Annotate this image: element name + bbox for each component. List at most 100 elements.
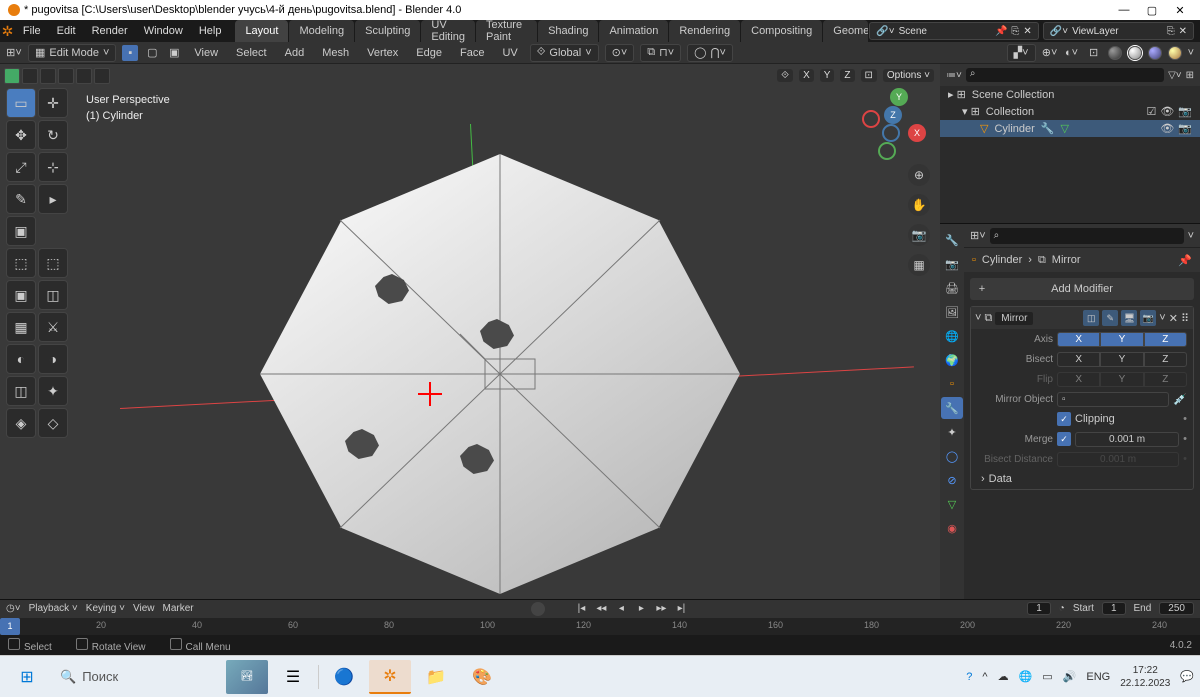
nav-gizmo[interactable]: X Y Z: [862, 88, 928, 154]
timeline-cursor[interactable]: 1: [0, 618, 20, 636]
pivot-selector[interactable]: ⊙˅: [605, 44, 635, 62]
viewlayer-delete-icon[interactable]: ✕: [1179, 26, 1187, 37]
taskbar-edge[interactable]: 🔵: [323, 660, 365, 694]
gizmo-neg-x[interactable]: [862, 110, 880, 128]
timeline-editor-icon[interactable]: ◷˅: [6, 603, 21, 614]
tab-modifiers[interactable]: 🔧: [941, 397, 963, 419]
tool-bevel[interactable]: ◫: [38, 280, 68, 310]
mod-cage-icon[interactable]: ◫: [1083, 310, 1099, 326]
gizmo-x[interactable]: X: [908, 124, 926, 142]
axis-y-toggle[interactable]: Y: [820, 69, 835, 82]
menu-file[interactable]: File: [15, 20, 49, 42]
breadcrumb-object[interactable]: Cylinder: [982, 254, 1022, 266]
merge-value[interactable]: 0.001 m: [1075, 432, 1179, 447]
tool-smooth[interactable]: ◫: [6, 376, 36, 406]
menu-edit[interactable]: Edit: [49, 20, 84, 42]
tab-modeling[interactable]: Modeling: [289, 20, 354, 42]
flip-z-button[interactable]: Z: [1144, 372, 1187, 387]
tray-language[interactable]: ENG: [1086, 671, 1110, 683]
bisect-distance-value[interactable]: 0.001 m: [1057, 452, 1179, 467]
proportional-selector[interactable]: ◯⋂˅: [687, 44, 733, 62]
shading-wireframe[interactable]: [1108, 46, 1122, 60]
object-visibility-icon[interactable]: 👁: [1160, 122, 1174, 135]
start-button[interactable]: ⊞: [6, 660, 48, 694]
viewlayer-selector[interactable]: 🔗˅ ViewLayer ⎘ ✕: [1043, 22, 1194, 40]
jump-start-button[interactable]: |◂: [573, 602, 589, 616]
tool-add-cube[interactable]: ▣: [6, 216, 36, 246]
bisect-z-button[interactable]: Z: [1144, 352, 1187, 367]
mirror-object-field[interactable]: ▫: [1057, 392, 1169, 407]
autokey-icon[interactable]: [531, 602, 545, 616]
tray-help-icon[interactable]: ?: [966, 671, 972, 683]
timeline-ruler[interactable]: 1 20 40 60 80 100 120 140 160 180 200 22…: [0, 618, 1200, 636]
close-button[interactable]: ✕: [1174, 4, 1186, 16]
flip-x-button[interactable]: X: [1057, 372, 1100, 387]
tool-loop-cut[interactable]: ▦: [6, 312, 36, 342]
merge-decorator[interactable]: •: [1183, 433, 1187, 445]
bisect-x-button[interactable]: X: [1057, 352, 1100, 367]
mod-edit-icon[interactable]: ✎: [1102, 310, 1118, 326]
taskbar-explorer[interactable]: 📁: [415, 660, 457, 694]
tool-scale[interactable]: ⤢: [6, 152, 36, 182]
menu-uv[interactable]: UV: [496, 47, 523, 59]
tab-world[interactable]: 🌍: [941, 349, 963, 371]
scene-delete-icon[interactable]: ✕: [1023, 26, 1031, 37]
menu-add[interactable]: Add: [279, 47, 311, 59]
pin-icon[interactable]: 📌: [1178, 254, 1192, 267]
timeline-view[interactable]: View: [133, 603, 155, 614]
tray-chevron-icon[interactable]: ^: [982, 671, 987, 683]
tool-spin[interactable]: ◑: [38, 344, 68, 374]
outliner-new-collection-icon[interactable]: ⊞: [1186, 70, 1194, 81]
bisect-y-button[interactable]: Y: [1100, 352, 1143, 367]
properties-search[interactable]: ⌕: [990, 228, 1184, 244]
mirror-settings-icon[interactable]: ⊡: [861, 69, 877, 82]
collection-visibility-icon[interactable]: 👁: [1160, 105, 1174, 118]
clipping-decorator[interactable]: •: [1183, 413, 1187, 425]
zoom-icon[interactable]: ⊕: [908, 164, 930, 186]
menu-help[interactable]: Help: [191, 20, 230, 42]
collection-checkbox-icon[interactable]: ☑: [1146, 105, 1156, 118]
gizmo-z[interactable]: Z: [884, 106, 902, 124]
taskbar-search[interactable]: 🔍 Поиск: [52, 662, 222, 692]
scene-new-icon[interactable]: ⎘: [1011, 26, 1019, 37]
tool-edge-slide[interactable]: ✦: [38, 376, 68, 406]
view-center-icon[interactable]: ⟐: [777, 69, 793, 82]
outliner-scene-collection[interactable]: ▸ ⊞ Scene Collection: [940, 86, 1200, 103]
tab-sculpting[interactable]: Sculpting: [355, 20, 420, 42]
tab-shading[interactable]: Shading: [538, 20, 598, 42]
flip-y-button[interactable]: Y: [1100, 372, 1143, 387]
timeline-playback[interactable]: Playback ˅: [29, 603, 78, 614]
scene-pin-icon[interactable]: 📌: [995, 26, 1007, 37]
start-frame[interactable]: 1: [1102, 602, 1126, 615]
menu-mesh[interactable]: Mesh: [316, 47, 355, 59]
tool-annotate[interactable]: ✎: [6, 184, 36, 214]
viewport-3d[interactable]: ⟐ X Y Z ⊡ Options ˅ User Perspective (1)…: [0, 64, 940, 599]
menu-vertex[interactable]: Vertex: [361, 47, 404, 59]
mod-extras-icon[interactable]: ˅: [1159, 312, 1165, 324]
keyframe-next-button[interactable]: ▸▸: [653, 602, 669, 616]
outliner-collection[interactable]: ▾ ⊞ Collection ☑👁📷: [940, 103, 1200, 120]
tab-scene[interactable]: 🌐: [941, 325, 963, 347]
orientation-selector[interactable]: ⟐Global˅: [530, 44, 599, 62]
scene-selector[interactable]: 🔗˅ Scene 📌 ⎘ ✕: [869, 22, 1039, 40]
collection-render-icon[interactable]: 📷: [1178, 105, 1192, 118]
gizmo-toggle[interactable]: ⊕˅: [1042, 45, 1058, 61]
preview-range-icon[interactable]: ◔: [1059, 603, 1065, 614]
taskbar-paint[interactable]: 🎨: [461, 660, 503, 694]
tool-extrude-manifold[interactable]: ⬚: [38, 248, 68, 278]
gizmo-neg-y[interactable]: [878, 142, 896, 160]
tray-onedrive-icon[interactable]: ☁: [998, 670, 1009, 683]
tool-rotate[interactable]: ↻: [38, 120, 68, 150]
menu-face[interactable]: Face: [454, 47, 490, 59]
scene-browse-icon[interactable]: 🔗˅: [876, 26, 894, 37]
axis-z-toggle[interactable]: Z: [840, 69, 854, 82]
outliner-cylinder[interactable]: ▽ Cylinder 🔧 ▽ 👁📷: [940, 120, 1200, 137]
shading-material[interactable]: [1148, 46, 1162, 60]
mod-drag-icon[interactable]: ⠿: [1181, 312, 1189, 325]
tab-object[interactable]: ▫: [941, 373, 963, 395]
menu-edge[interactable]: Edge: [410, 47, 448, 59]
timeline-keying[interactable]: Keying ˅: [86, 603, 125, 614]
clipping-checkbox[interactable]: ✓: [1057, 412, 1071, 426]
current-frame[interactable]: 1: [1027, 602, 1051, 615]
tab-animation[interactable]: Animation: [599, 20, 668, 42]
